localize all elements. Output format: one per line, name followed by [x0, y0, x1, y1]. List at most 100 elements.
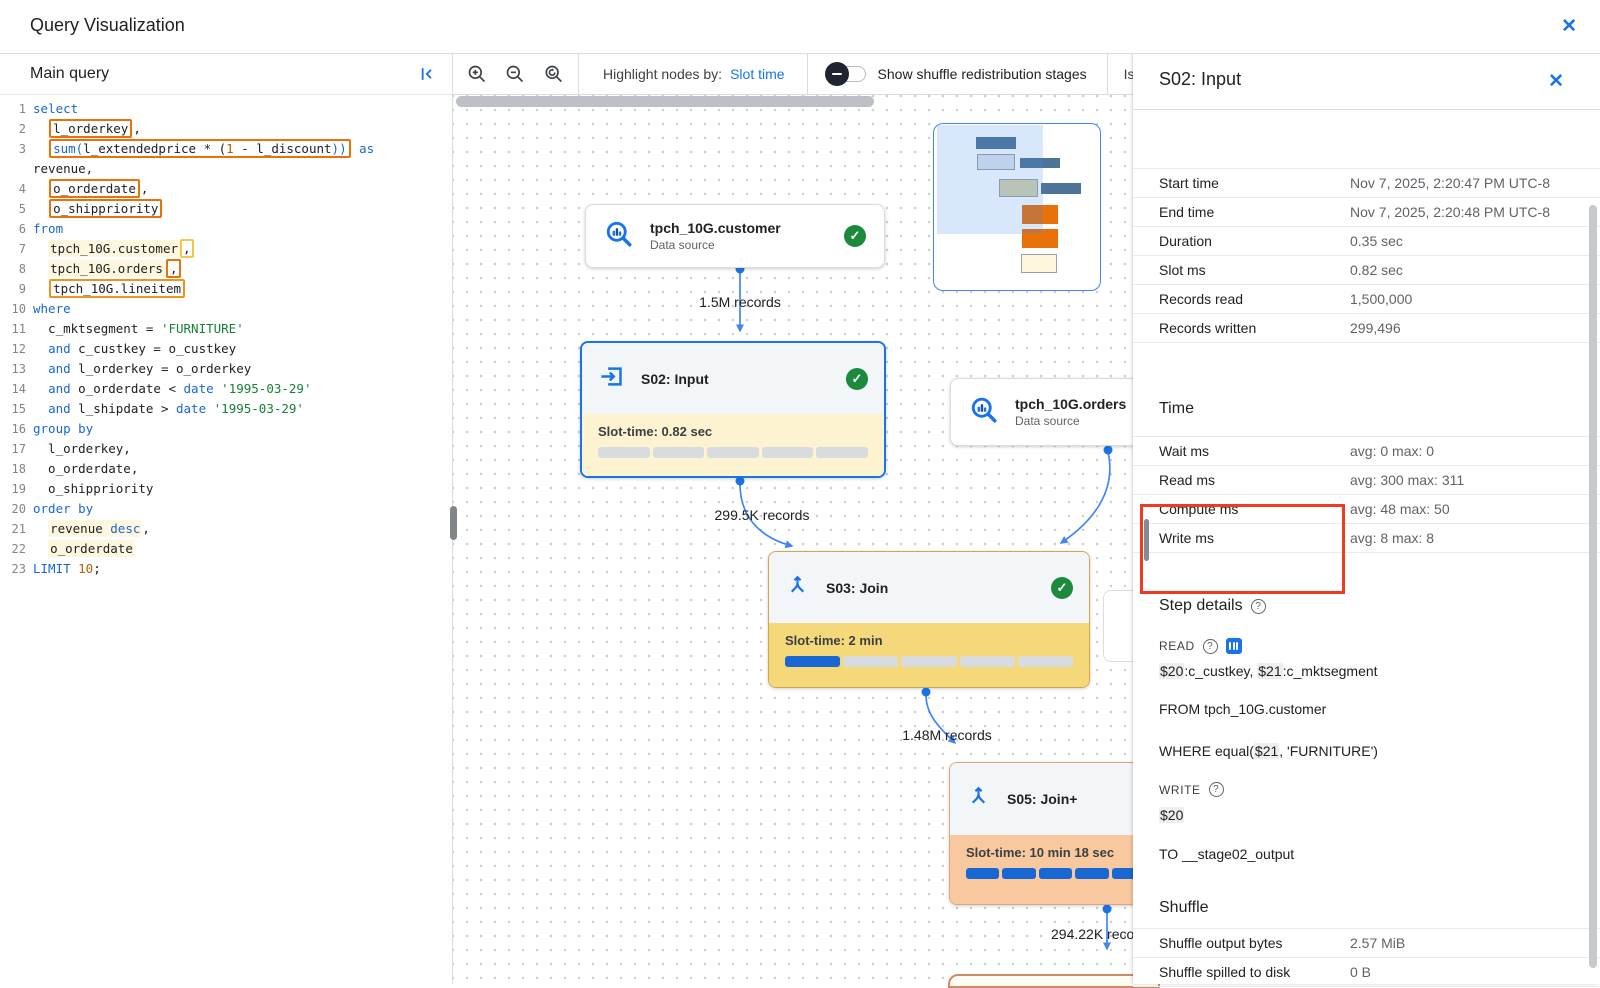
sql-line: 11 c_mktsegment = 'FURNITURE': [0, 319, 452, 339]
stage-node-body: Slot-time: 0.82 sec: [582, 414, 884, 478]
success-check-icon: ✓: [844, 225, 866, 247]
sql-token: l_orderkey,: [33, 441, 131, 456]
stage-node-body: Slot-time: 2 min: [769, 623, 1089, 688]
highlight-nodes-label: Highlight nodes by:: [603, 66, 722, 82]
shuffle-stages-toggle[interactable]: [828, 65, 866, 83]
overview-row: Records written299,496: [1133, 314, 1600, 343]
sql-token: group by: [33, 421, 93, 436]
sql-token: l_extendedprice * (: [83, 141, 226, 156]
slot-time-label: Slot-time: 10 min 18 sec: [966, 845, 1145, 860]
sql-line: 5 o_shippriority: [0, 199, 452, 219]
line-number: 12: [0, 339, 33, 359]
close-icon[interactable]: ✕: [1561, 17, 1577, 36]
node-title: tpch_10G.orders: [1015, 396, 1126, 412]
row-value: avg: 0 max: 0: [1350, 441, 1556, 461]
row-label: Compute ms: [1159, 499, 1350, 519]
graph-node-customer[interactable]: tpch_10G.customerData source✓: [585, 204, 885, 268]
minimap-node: [1041, 183, 1081, 194]
sql-token: '1995-03-29': [221, 381, 311, 396]
sql-token: tpch_10G.lineitem: [53, 281, 181, 296]
from-line: FROM tpch_10G.customer: [1159, 701, 1326, 717]
sql-code: l_orderkey,: [33, 119, 141, 139]
row-value: 1,500,000: [1350, 289, 1556, 309]
sql-token: and: [48, 401, 71, 416]
sql-token: [33, 401, 48, 416]
sql-editor[interactable]: 1select2 l_orderkey,3 sum(l_extendedpric…: [0, 95, 452, 579]
progress-segment: [960, 656, 1015, 667]
zoom-out-icon[interactable]: [505, 64, 525, 84]
progress-segment: [1039, 868, 1072, 879]
graph-node-s05[interactable]: S05: Join+ Slot-time: 10 min 18 sec: [949, 762, 1162, 905]
sql-highlight-box: ,: [180, 239, 194, 258]
panel-resize-handle[interactable]: [450, 506, 457, 540]
success-check-icon: ✓: [846, 368, 868, 390]
toolbar-divider: [1107, 53, 1108, 94]
sql-token: from: [33, 221, 63, 236]
minimap-node: [1021, 254, 1057, 273]
sql-highlight-box: tpch_10G.orders: [48, 260, 165, 277]
slot-time-label: Slot-time: 2 min: [785, 633, 1073, 648]
line-number: 4: [0, 179, 33, 199]
sql-token: revenue,: [33, 161, 93, 176]
sql-token: revenue: [50, 521, 110, 536]
sql-line: 17 l_orderkey,: [0, 439, 452, 459]
window-header: Query Visualization ✕: [0, 0, 1600, 54]
sql-token: [33, 361, 48, 376]
sql-line: 13 and l_orderkey = o_orderkey: [0, 359, 452, 379]
sql-code: l_orderkey,: [33, 439, 131, 459]
sql-line: 3 sum(l_extendedprice * (1 - l_discount)…: [0, 139, 452, 159]
sql-highlight-box: ,: [166, 259, 182, 278]
sql-token: 10: [78, 561, 93, 576]
graph-node-s02[interactable]: S02: Input✓Slot-time: 0.82 sec: [580, 341, 886, 478]
graph-node-orders[interactable]: tpch_10G.orders Data source: [950, 378, 1162, 446]
columns-icon[interactable]: [1226, 638, 1242, 654]
progress-fill: [785, 656, 840, 667]
sql-token: [33, 181, 48, 196]
zoom-reset-icon[interactable]: [543, 64, 563, 84]
sql-line: 14 and o_orderdate < date '1995-03-29': [0, 379, 452, 399]
records-count-label: 299.5K records: [715, 507, 810, 523]
sql-token: tpch_10G.orders: [50, 261, 163, 276]
sql-code: o_orderdate,: [33, 459, 138, 479]
graph-minimap[interactable]: [933, 123, 1101, 291]
sql-line: 21 revenue desc,: [0, 519, 452, 539]
step-text: WHERE equal(: [1159, 743, 1254, 759]
sql-code: revenue desc,: [33, 519, 150, 539]
progress-segment: [1018, 656, 1073, 667]
row-label: Read ms: [1159, 470, 1350, 490]
help-icon[interactable]: ?: [1209, 782, 1224, 797]
row-value: avg: 300 max: 311: [1350, 470, 1556, 490]
sql-code: and l_shipdate > date '1995-03-29': [33, 399, 304, 419]
sql-token: c_custkey = o_custkey: [71, 341, 237, 356]
sql-token: select: [33, 101, 78, 116]
help-icon[interactable]: ?: [1251, 599, 1266, 614]
sql-code: select: [33, 99, 78, 119]
success-check-icon: ✓: [1051, 577, 1073, 599]
stage-details-header: S02: Input ✕: [1133, 53, 1600, 110]
sql-line: 10where: [0, 299, 452, 319]
zoom-in-icon[interactable]: [467, 64, 487, 84]
graph-node-s03[interactable]: S03: Join✓Slot-time: 2 min: [768, 551, 1090, 688]
sql-token: ,: [141, 181, 149, 196]
line-number: 6: [0, 219, 33, 239]
line-number: 23: [0, 559, 33, 579]
minimap-viewport[interactable]: [937, 125, 1043, 234]
panel-close-icon[interactable]: ✕: [1548, 72, 1564, 91]
vertical-scrollbar[interactable]: [1589, 205, 1597, 968]
line-number: 2: [0, 119, 33, 139]
stage-node-header: S05: Join+: [950, 763, 1161, 835]
sql-token: o_shippriority: [33, 481, 153, 496]
collapse-panel-icon[interactable]: [416, 64, 436, 84]
progress-segment: [901, 656, 956, 667]
highlight-value-dropdown[interactable]: Slot time: [730, 66, 784, 82]
sql-token: [33, 341, 48, 356]
sql-line: 7 tpch_10G.customer,: [0, 239, 452, 259]
help-icon[interactable]: ?: [1203, 639, 1218, 654]
node-subtitle: Data source: [1015, 414, 1126, 428]
time-row: Read msavg: 300 max: 311: [1133, 466, 1600, 495]
sql-token: ,: [183, 241, 191, 256]
progress-segment: [653, 447, 705, 458]
variable-chip: $20: [1159, 807, 1184, 823]
to-line: TO __stage02_output: [1159, 846, 1294, 862]
sql-code: order by: [33, 499, 93, 519]
